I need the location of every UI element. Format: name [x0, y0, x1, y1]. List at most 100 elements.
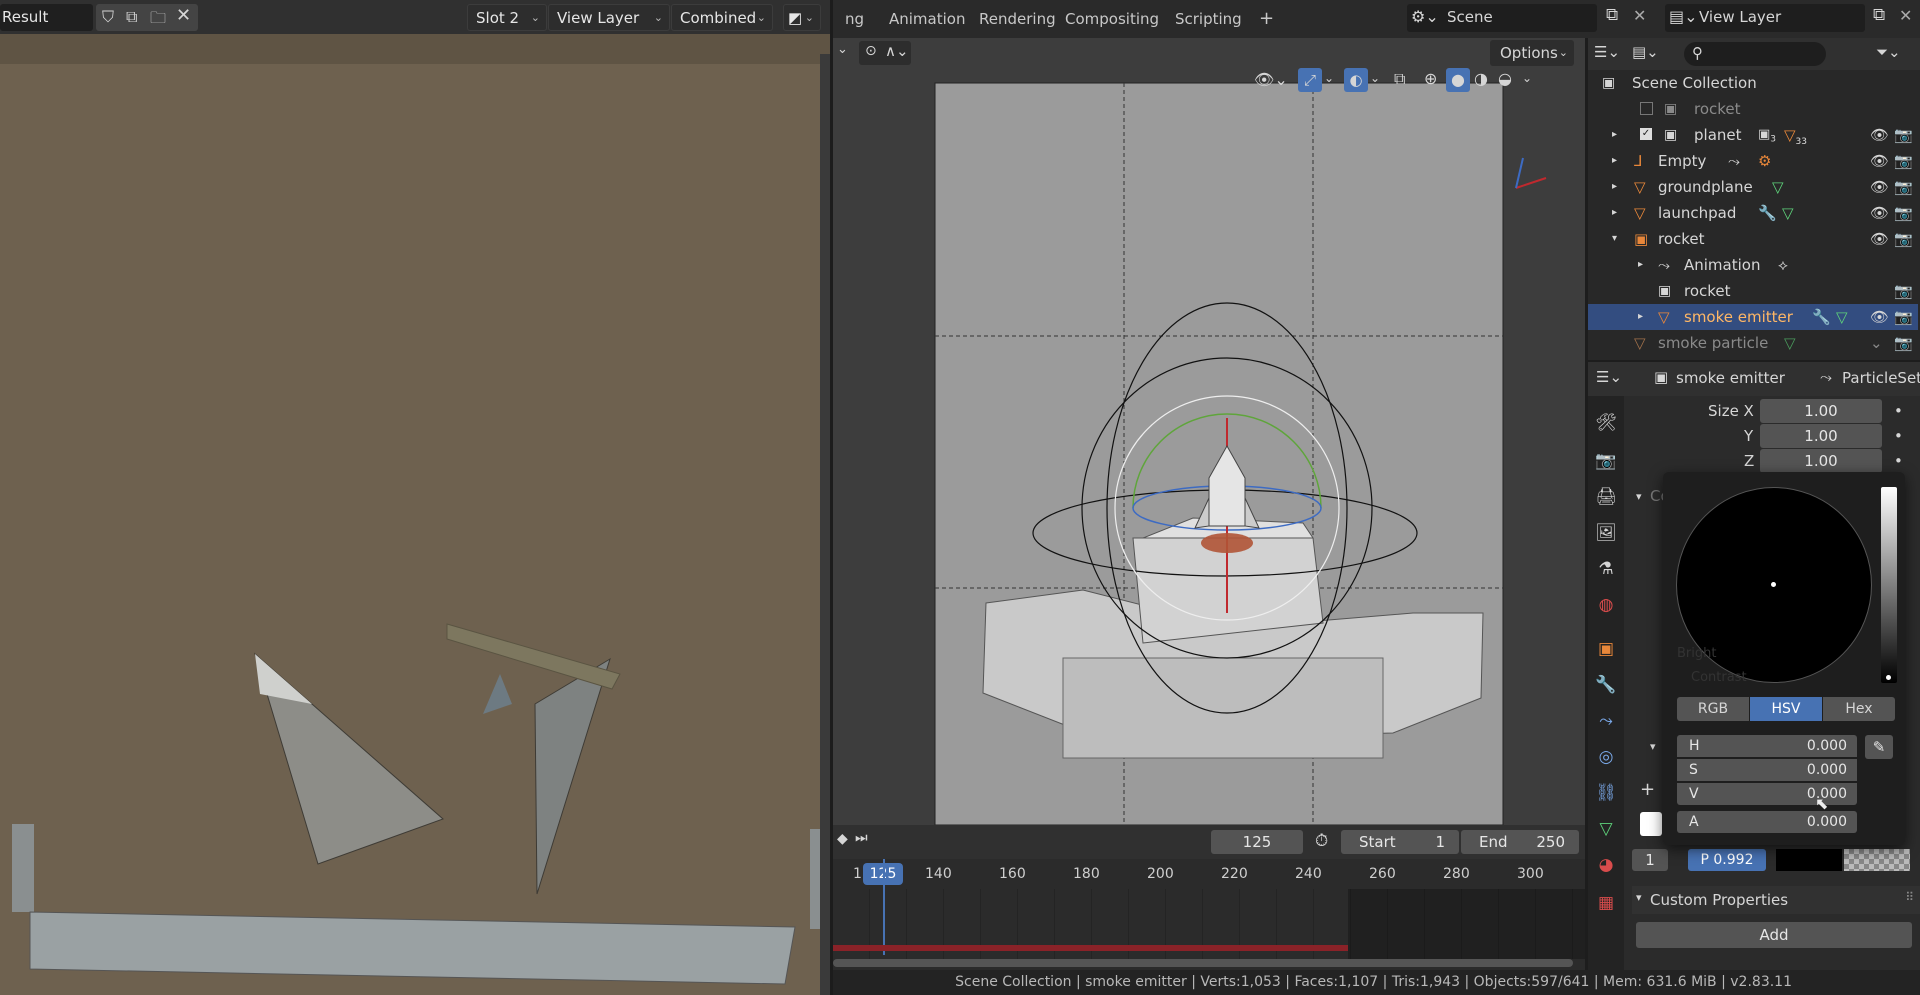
add-custom-property-button[interactable]: Add — [1636, 922, 1912, 948]
exclude-checkbox[interactable] — [1640, 102, 1653, 115]
outliner-item[interactable]: ▾ ▣ rocket 👁 📷 — [1588, 226, 1918, 252]
scene-tab-icon[interactable]: ⚗ — [1588, 552, 1624, 586]
outliner-item-active[interactable]: ▸ ▽ smoke emitter 🔧 ▽ 👁 📷 — [1588, 304, 1918, 330]
render-camera-icon[interactable]: 📷 — [1894, 174, 1913, 200]
keyframe-icon[interactable]: ◆ — [837, 831, 848, 847]
gizmo-dropdown-icon[interactable]: ⌄ — [1324, 71, 1334, 85]
expand-arrow-icon[interactable]: ▸ — [1638, 252, 1643, 278]
outliner-root[interactable]: ▣ Scene Collection — [1588, 70, 1918, 96]
display-channels-dropdown[interactable]: ◩ ⌄ — [783, 4, 821, 31]
eye-icon[interactable]: 👁 — [1870, 304, 1889, 330]
size-y-keyframe-dot[interactable]: • — [1894, 427, 1903, 445]
outliner-item[interactable]: ▣ rocket 📷 — [1588, 278, 1918, 304]
hidden-eye-icon[interactable]: ⌄ — [1870, 330, 1883, 356]
outliner-item[interactable]: ▸ ▽ launchpad 🔧 ▽ 👁 📷 — [1588, 200, 1918, 226]
size-y-field[interactable]: 1.00 — [1760, 424, 1882, 448]
colors-panel-arrow-icon[interactable]: ▾ — [1636, 490, 1642, 503]
breadcrumb-particle-settings[interactable]: ParticleSet — [1842, 369, 1920, 387]
new-image-icon[interactable]: ⧉ — [126, 7, 137, 27]
tab-animation[interactable]: Animation — [877, 0, 977, 38]
view-layer-selector[interactable]: ▤⌄ View Layer — [1665, 4, 1865, 32]
particles-tab-icon[interactable]: ⤳ — [1588, 704, 1624, 738]
tab-compositing[interactable]: Compositing — [1053, 0, 1171, 38]
gradient-color-black[interactable] — [1776, 849, 1842, 871]
outliner-item[interactable]: ▸ ⅃ Empty ⤳ ⚙ 👁 📷 — [1588, 148, 1918, 174]
image-name-field[interactable]: Result — [0, 4, 93, 31]
preview-range-stopwatch-icon[interactable]: ⏱ — [1315, 831, 1328, 851]
render-camera-icon[interactable]: 📷 — [1894, 226, 1913, 252]
world-tab-icon[interactable]: ◍ — [1588, 588, 1624, 622]
properties-editor-type-icon[interactable]: ☰⌄ — [1596, 368, 1622, 386]
close-icon[interactable]: ✕ — [176, 5, 191, 26]
size-z-keyframe-dot[interactable]: • — [1894, 452, 1903, 470]
overlay-dropdown-icon[interactable]: ⌄ — [1370, 71, 1380, 85]
fake-user-shield-icon[interactable]: ⛉ — [102, 7, 114, 27]
exclude-checkbox[interactable]: ✓ — [1640, 128, 1652, 140]
render-camera-icon[interactable]: 📷 — [1894, 330, 1913, 356]
expand-arrow-icon[interactable]: ▸ — [1612, 200, 1617, 226]
jump-end-icon[interactable]: ⏭ — [855, 830, 868, 846]
render-camera-icon[interactable]: 📷 — [1894, 122, 1913, 148]
solid-shading-icon[interactable]: ● — [1446, 68, 1470, 92]
view-layer-tab-icon[interactable]: 🖼 — [1588, 516, 1624, 550]
add-slot-icon[interactable]: + — [1640, 779, 1655, 800]
object-tab-icon[interactable]: ▣ — [1588, 632, 1624, 666]
visibility-icon[interactable]: 👁⌄ — [1254, 70, 1288, 89]
timeline-scrollbar[interactable] — [833, 959, 1573, 967]
outliner-item[interactable]: ▽ smoke particle ▽ ⌄ 📷 — [1588, 330, 1918, 356]
scene-selector[interactable]: ⚙⌄ Scene — [1407, 4, 1597, 32]
slot-index-field[interactable]: 1 — [1632, 849, 1668, 871]
shading-dropdown-icon[interactable]: ⌄ — [1522, 71, 1532, 85]
outliner-editor-type-icon[interactable]: ☰⌄ — [1594, 43, 1620, 61]
tab-hsv[interactable]: HSV — [1750, 697, 1822, 721]
delete-scene-icon[interactable]: ✕ — [1633, 6, 1646, 25]
material-tab-icon[interactable]: ◕ — [1588, 848, 1624, 882]
render-camera-icon[interactable]: 📷 — [1894, 304, 1913, 330]
tool-tab-icon[interactable]: 🛠 — [1588, 406, 1624, 440]
collapse-arrow-icon[interactable]: ▾ — [1650, 740, 1656, 753]
texture-tab-icon[interactable]: ▦ — [1588, 886, 1624, 920]
eye-icon[interactable]: 👁 — [1870, 226, 1889, 252]
hue-field[interactable]: H 0.000 — [1677, 735, 1857, 757]
new-scene-icon[interactable]: ⧉ — [1606, 5, 1618, 25]
breadcrumb-object[interactable]: smoke emitter — [1676, 369, 1785, 387]
outliner-item[interactable]: ▸ ⤳ Animation ⟡ — [1588, 252, 1918, 278]
data-tab-icon[interactable]: ▽ — [1588, 812, 1624, 846]
eye-icon[interactable]: 👁 — [1870, 174, 1889, 200]
rendered-shading-icon[interactable]: ◒ — [1498, 69, 1512, 88]
value-field[interactable]: V 0.000 — [1677, 783, 1857, 805]
outliner-item[interactable]: ▸ ▽ groundplane ▽ 👁 📷 — [1588, 174, 1918, 200]
render-tab-icon[interactable]: 📷 — [1588, 444, 1624, 478]
overlay-toggle-icon[interactable]: ◐ — [1344, 68, 1368, 92]
tab-rgb[interactable]: RGB — [1677, 697, 1749, 721]
eye-icon[interactable]: 👁 — [1870, 122, 1889, 148]
position-field[interactable]: P 0.992 — [1688, 849, 1766, 871]
add-workspace-button[interactable]: + — [1247, 0, 1286, 38]
render-camera-icon[interactable]: 📷 — [1894, 200, 1913, 226]
tab-scripting[interactable]: Scripting — [1163, 0, 1254, 38]
snap-group[interactable]: ⊙ ∧⌄ — [859, 41, 911, 65]
size-z-field[interactable]: 1.00 — [1760, 449, 1882, 473]
alpha-field[interactable]: A 0.000 — [1677, 811, 1857, 833]
filter-icon[interactable]: ⏷⌄ — [1876, 43, 1901, 61]
pass-dropdown[interactable]: Combined ⌄ — [671, 4, 773, 31]
render-camera-icon[interactable]: 📷 — [1894, 278, 1913, 304]
value-slider[interactable] — [1881, 487, 1897, 683]
xray-icon[interactable]: ⧉ — [1394, 69, 1405, 89]
gizmo-toggle-icon[interactable]: ⤢ — [1298, 68, 1322, 92]
color-wheel-cursor[interactable] — [1771, 582, 1776, 587]
custom-properties-panel[interactable]: ▾ Custom Properties ⠿ — [1632, 886, 1920, 914]
gradient-color-alpha[interactable] — [1844, 849, 1910, 871]
outliner-item[interactable]: ▸ ✓ ▣ planet ▣3 ▽33 👁 📷 — [1588, 122, 1918, 148]
physics-tab-icon[interactable]: ◎ — [1588, 740, 1624, 774]
display-mode-icon[interactable]: ▤⌄ — [1632, 43, 1659, 61]
tab-layout[interactable]: ng — [833, 0, 876, 38]
output-tab-icon[interactable]: 🖨 — [1588, 480, 1624, 514]
outliner-search-input[interactable]: ⚲ — [1684, 42, 1826, 66]
wireframe-shading-icon[interactable]: ⊕ — [1424, 69, 1437, 88]
view-layer-dropdown[interactable]: View Layer ⌄ — [548, 4, 670, 31]
size-x-field[interactable]: 1.00 — [1760, 399, 1882, 423]
eye-icon[interactable]: 👁 — [1870, 148, 1889, 174]
current-frame-field[interactable]: 125 — [1211, 830, 1303, 854]
saturation-field[interactable]: S 0.000 — [1677, 759, 1857, 781]
